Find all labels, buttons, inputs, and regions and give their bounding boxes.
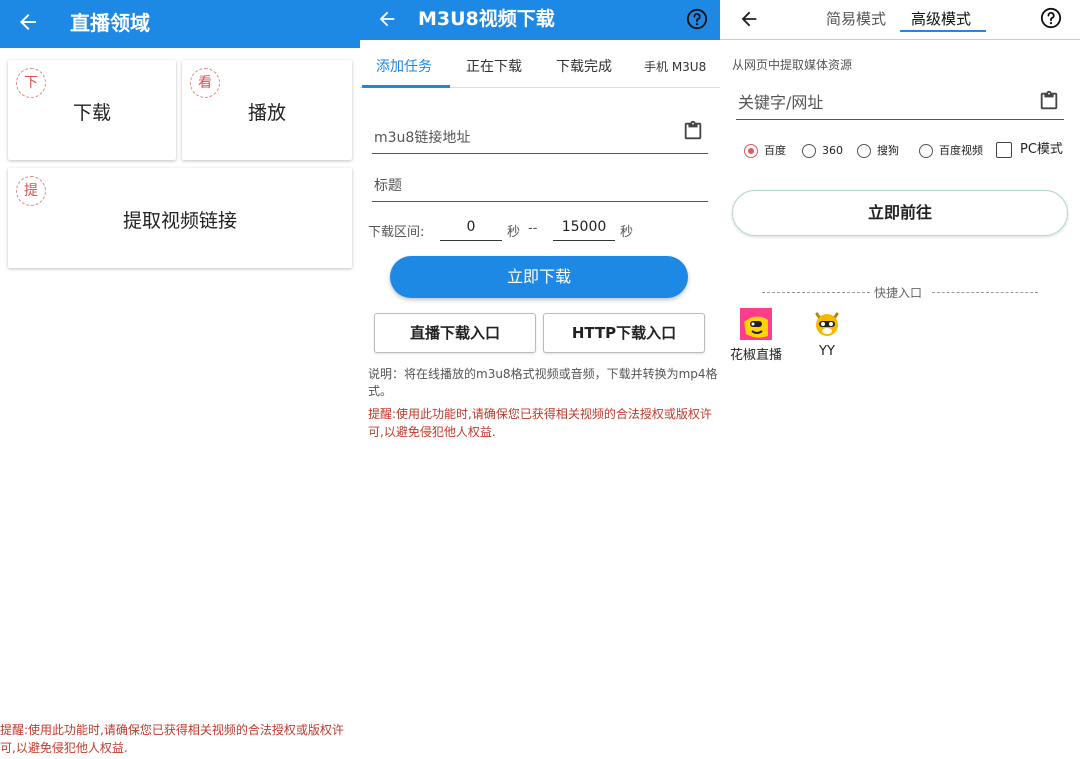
tab-phone-m3u8[interactable]: 手机 M3U8 bbox=[644, 58, 706, 75]
clipboard-icon[interactable] bbox=[682, 120, 704, 142]
engine-label: 百度视频 bbox=[939, 144, 983, 157]
shortcut-label: YY bbox=[819, 344, 835, 359]
page-title: 直播领域 bbox=[70, 11, 150, 35]
shortcut-yy[interactable]: YY bbox=[797, 308, 857, 364]
radio-dot bbox=[744, 144, 758, 158]
play-tile-label: 播放 bbox=[247, 102, 286, 124]
note-line: 说明：将在线播放的m3u8格式视频或音频，下载并转换为mp4格 bbox=[368, 367, 718, 381]
tab-completed[interactable]: 下载完成 bbox=[556, 56, 612, 76]
range-sec-unit: 秒 bbox=[620, 225, 634, 240]
active-mode-indicator bbox=[900, 30, 986, 32]
back-arrow-icon[interactable] bbox=[738, 8, 760, 30]
m3u8-download-screen: M3U8视频下载 添加任务 正在下载 下载完成 手机 M3U8 m3u8链接地址… bbox=[360, 0, 720, 759]
title-placeholder: 标题 bbox=[374, 178, 402, 194]
play-tile[interactable]: 看 播放 bbox=[182, 60, 352, 160]
help-icon[interactable] bbox=[1040, 7, 1062, 29]
page-title: M3U8视频下载 bbox=[418, 8, 555, 30]
app-bar: 直播领域 bbox=[0, 0, 360, 48]
title-field[interactable]: 标题 bbox=[372, 174, 708, 202]
radio-dot bbox=[857, 144, 871, 158]
live-download-entry-button[interactable]: 直播下载入口 bbox=[374, 313, 536, 353]
app-bar: M3U8视频下载 bbox=[360, 0, 720, 40]
checkbox-box bbox=[996, 142, 1012, 158]
play-badge: 看 bbox=[190, 68, 220, 98]
divider-left bbox=[762, 292, 870, 293]
range-label: 下载区间: bbox=[368, 225, 425, 240]
divider-right bbox=[932, 292, 1038, 293]
copyright-warning: 提醒:使用此功能时,请确保您已获得相关视频的合法授权或版权许 可,以避免侵犯他人… bbox=[0, 721, 360, 757]
extract-badge: 提 bbox=[16, 176, 46, 206]
range-end-input[interactable]: 15000 bbox=[553, 219, 615, 241]
tab-advanced-mode[interactable]: 高级模式 bbox=[911, 8, 971, 29]
task-tabs: 添加任务 正在下载 下载完成 手机 M3U8 bbox=[360, 40, 720, 88]
download-tile-label: 下载 bbox=[72, 102, 111, 124]
quick-entry-label: 快捷入口 bbox=[874, 286, 923, 300]
live-domain-screen: 直播领域 下 下载 看 播放 提 提取视频链接 提醒:使用此功能时,请确保您已获… bbox=[0, 0, 360, 759]
go-now-button[interactable]: 立即前往 bbox=[732, 190, 1068, 236]
range-sec-unit: 秒 bbox=[507, 225, 521, 240]
m3u8-url-placeholder: m3u8链接地址 bbox=[374, 130, 471, 146]
warning-line: 可,以避免侵犯他人权益. bbox=[0, 741, 128, 755]
active-tab-indicator bbox=[362, 85, 450, 88]
usage-note: 说明：将在线播放的m3u8格式视频或音频，下载并转换为mp4格 式。 bbox=[368, 366, 718, 400]
note-line: 式。 bbox=[368, 384, 393, 398]
radio-dot bbox=[802, 144, 816, 158]
back-arrow-icon[interactable] bbox=[376, 8, 398, 30]
web-media-extract-screen: 简易模式 高级模式 从网页中提取媒体资源 关键字/网址 百度 360 搜狗 百度… bbox=[720, 0, 1080, 759]
m3u8-url-field[interactable]: m3u8链接地址 bbox=[372, 116, 708, 154]
back-arrow-icon[interactable] bbox=[16, 10, 40, 34]
engine-label: 360 bbox=[822, 144, 843, 157]
download-tile[interactable]: 下 下载 bbox=[8, 60, 176, 160]
download-now-button[interactable]: 立即下载 bbox=[390, 256, 688, 298]
tab-downloading[interactable]: 正在下载 bbox=[466, 56, 522, 76]
clipboard-icon[interactable] bbox=[1038, 90, 1060, 112]
keyword-url-field[interactable]: 关键字/网址 bbox=[736, 86, 1064, 120]
help-icon[interactable] bbox=[686, 8, 708, 30]
yy-logo-icon bbox=[815, 312, 839, 336]
engine-label: 搜狗 bbox=[877, 144, 899, 157]
shortcut-label: 花椒直播 bbox=[729, 348, 782, 363]
extract-tile-label: 提取视频链接 bbox=[122, 210, 237, 232]
keyword-url-placeholder: 关键字/网址 bbox=[738, 93, 824, 112]
section-label: 从网页中提取媒体资源 bbox=[732, 58, 853, 72]
shortcut-huajiao[interactable]: 花椒直播 bbox=[726, 308, 786, 364]
huajiao-logo-icon bbox=[740, 308, 772, 340]
copyright-warning: 提醒:使用此功能时,请确保您已获得相关视频的合法授权或版权许 可,以避免侵犯他人… bbox=[368, 405, 718, 441]
range-start-input[interactable]: 0 bbox=[440, 219, 502, 241]
tab-simple-mode[interactable]: 简易模式 bbox=[826, 8, 886, 29]
pc-mode-label: PC模式 bbox=[1020, 142, 1063, 157]
range-dash: -- bbox=[528, 221, 538, 236]
radio-dot bbox=[919, 144, 933, 158]
warning-line: 提醒:使用此功能时,请确保您已获得相关视频的合法授权或版权许 bbox=[368, 407, 712, 421]
warning-line: 提醒:使用此功能时,请确保您已获得相关视频的合法授权或版权许 bbox=[0, 723, 344, 737]
extract-link-tile[interactable]: 提 提取视频链接 bbox=[8, 168, 352, 268]
engine-label: 百度 bbox=[764, 144, 786, 157]
download-badge: 下 bbox=[16, 68, 46, 98]
http-download-entry-button[interactable]: HTTP下载入口 bbox=[543, 313, 705, 353]
top-bar: 简易模式 高级模式 bbox=[720, 0, 1080, 40]
warning-line: 可,以避免侵犯他人权益. bbox=[368, 425, 496, 439]
tab-add-task[interactable]: 添加任务 bbox=[376, 56, 432, 76]
